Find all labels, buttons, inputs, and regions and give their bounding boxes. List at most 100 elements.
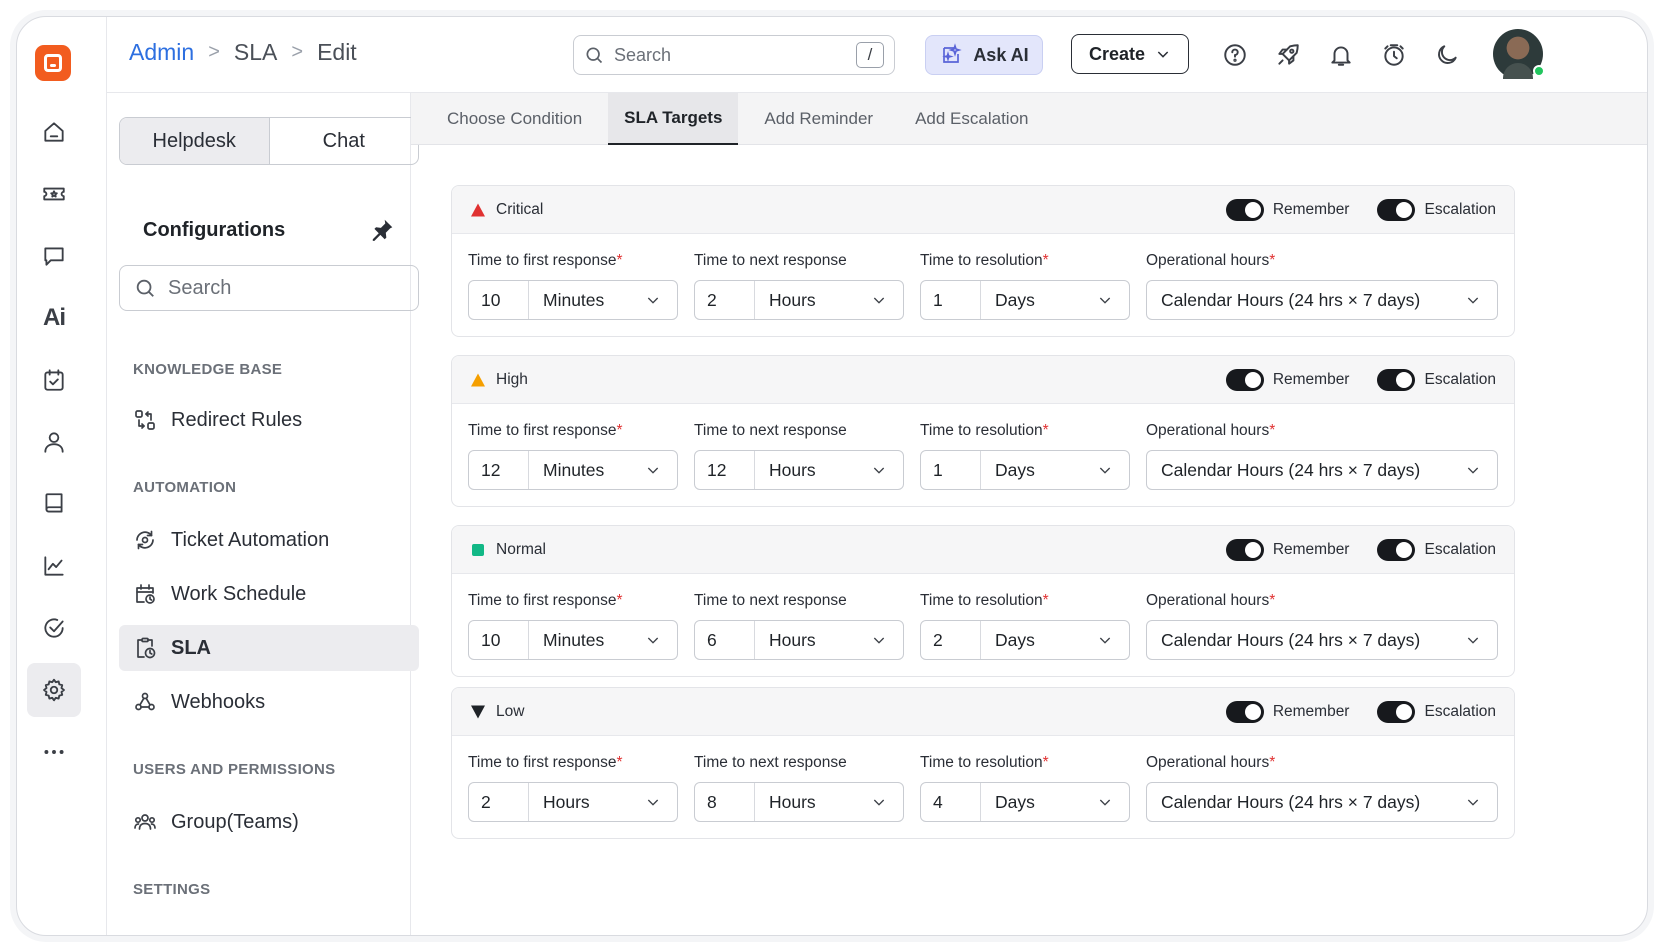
remember-toggle[interactable] bbox=[1225, 700, 1264, 723]
next-response-unit-select[interactable]: Hours bbox=[755, 460, 871, 481]
home-icon[interactable] bbox=[27, 105, 81, 159]
sidebar-search-input[interactable]: Search bbox=[119, 265, 419, 311]
escalation-toggle[interactable] bbox=[1377, 198, 1416, 221]
remember-toggle-group: Remember bbox=[1225, 368, 1349, 391]
chat-icon[interactable] bbox=[27, 229, 81, 283]
first-response-value-input[interactable]: 10 bbox=[469, 621, 529, 659]
ask-ai-button[interactable]: Ask AI bbox=[925, 35, 1043, 75]
tab-add-reminder[interactable]: Add Reminder bbox=[748, 93, 889, 145]
app-logo[interactable] bbox=[35, 45, 71, 81]
resolution-label: Time to resolution* bbox=[920, 252, 1049, 269]
first-response-unit-select[interactable]: Minutes bbox=[529, 290, 645, 311]
escalation-toggle[interactable] bbox=[1377, 368, 1416, 391]
rocket-icon[interactable] bbox=[1274, 41, 1302, 69]
first-response-value-input[interactable]: 12 bbox=[469, 451, 529, 489]
chevron-down-icon bbox=[647, 297, 659, 304]
resolution-value-input[interactable]: 1 bbox=[921, 281, 981, 319]
sidebar-item-group-teams[interactable]: Group(Teams) bbox=[119, 799, 419, 845]
operational-hours-value: Calendar Hours (24 hrs × 7 days) bbox=[1161, 791, 1421, 812]
priority-square-icon bbox=[470, 542, 486, 558]
escalation-toggle[interactable] bbox=[1377, 700, 1416, 723]
sidebar-item-sla[interactable]: SLA bbox=[119, 625, 419, 671]
sidebar-item-redirect-rules[interactable]: Redirect Rules bbox=[119, 397, 419, 443]
next-response-label: Time to next response bbox=[694, 592, 847, 609]
create-button[interactable]: Create bbox=[1071, 34, 1189, 74]
tab-helpdesk[interactable]: Helpdesk bbox=[120, 118, 270, 164]
pin-icon[interactable] bbox=[369, 217, 395, 243]
operational-hours-select[interactable]: Calendar Hours (24 hrs × 7 days) bbox=[1146, 280, 1498, 320]
user-icon[interactable] bbox=[27, 415, 81, 469]
tab-sla-targets[interactable]: SLA Targets bbox=[608, 93, 739, 145]
check-circle-icon[interactable] bbox=[27, 601, 81, 655]
next-response-value-input[interactable]: 2 bbox=[695, 281, 755, 319]
bell-icon[interactable] bbox=[1327, 41, 1355, 69]
sidebar-item-work-schedule[interactable]: Work Schedule bbox=[119, 571, 419, 617]
search-shortcut-key: / bbox=[856, 42, 884, 68]
resolution-unit-select[interactable]: Days bbox=[981, 630, 1097, 651]
global-search-input[interactable]: Search / bbox=[573, 35, 895, 75]
settings-gear-icon[interactable] bbox=[27, 663, 81, 717]
section-knowledge-base: KNOWLEDGE BASE bbox=[133, 361, 283, 378]
sidebar-item-ticket-automation[interactable]: Ticket Automation bbox=[119, 517, 419, 563]
operational-hours-select[interactable]: Calendar Hours (24 hrs × 7 days) bbox=[1146, 620, 1498, 660]
operational-hours-select[interactable]: Calendar Hours (24 hrs × 7 days) bbox=[1146, 450, 1498, 490]
breadcrumb-sla[interactable]: SLA bbox=[234, 39, 277, 66]
create-label: Create bbox=[1088, 43, 1146, 64]
tab-add-escalation[interactable]: Add Escalation bbox=[899, 93, 1044, 145]
remember-toggle[interactable] bbox=[1225, 368, 1264, 391]
remember-toggle[interactable] bbox=[1225, 198, 1264, 221]
operational-hours-select[interactable]: Calendar Hours (24 hrs × 7 days) bbox=[1146, 782, 1498, 822]
next-response-value-input[interactable]: 12 bbox=[695, 451, 755, 489]
resolution-unit-select[interactable]: Days bbox=[981, 460, 1097, 481]
ticket-icon[interactable] bbox=[27, 167, 81, 221]
next-response-unit-select[interactable]: Hours bbox=[755, 290, 871, 311]
chevron-right-icon: > bbox=[291, 41, 304, 63]
chevron-down-icon bbox=[873, 799, 885, 806]
sidebar-item-label: Work Schedule bbox=[171, 582, 307, 605]
escalation-toggle[interactable] bbox=[1377, 538, 1416, 561]
remember-toggle[interactable] bbox=[1225, 538, 1264, 561]
sidebar-item-webhooks[interactable]: Webhooks bbox=[119, 679, 419, 725]
operational-hours-label: Operational hours* bbox=[1146, 592, 1276, 609]
analytics-icon[interactable] bbox=[27, 539, 81, 593]
next-response-field: 8 Hours bbox=[694, 782, 904, 822]
operational-hours-value: Calendar Hours (24 hrs × 7 days) bbox=[1161, 629, 1421, 650]
resolution-field: 1 Days bbox=[920, 280, 1130, 320]
resolution-value-input[interactable]: 2 bbox=[921, 621, 981, 659]
timer-icon[interactable] bbox=[1380, 41, 1408, 69]
priority-fields: Time to first response* Time to next res… bbox=[452, 736, 1514, 838]
next-response-value-input[interactable]: 8 bbox=[695, 783, 755, 821]
first-response-value-input[interactable]: 10 bbox=[469, 281, 529, 319]
first-response-unit-select[interactable]: Minutes bbox=[529, 460, 645, 481]
resolution-value-input[interactable]: 4 bbox=[921, 783, 981, 821]
webhook-icon bbox=[135, 692, 155, 711]
more-icon[interactable] bbox=[27, 725, 81, 779]
resolution-value-input[interactable]: 1 bbox=[921, 451, 981, 489]
breadcrumb-admin[interactable]: Admin bbox=[129, 39, 194, 66]
help-icon[interactable] bbox=[1221, 41, 1249, 69]
priority-card-header: High Remember Escalation bbox=[452, 356, 1514, 404]
remember-toggle-group: Remember bbox=[1225, 700, 1349, 723]
resolution-unit-select[interactable]: Days bbox=[981, 792, 1097, 813]
calendar-check-icon[interactable] bbox=[27, 353, 81, 407]
first-response-unit-select[interactable]: Minutes bbox=[529, 630, 645, 651]
operational-hours-value: Calendar Hours (24 hrs × 7 days) bbox=[1161, 459, 1421, 480]
resolution-unit-select[interactable]: Days bbox=[981, 290, 1097, 311]
tab-choose-condition[interactable]: Choose Condition bbox=[431, 93, 598, 145]
resolution-label: Time to resolution* bbox=[920, 592, 1049, 609]
sidebar-item-label: Ticket Automation bbox=[171, 528, 330, 551]
first-response-value-input[interactable]: 2 bbox=[469, 783, 529, 821]
ai-icon[interactable]: Ai bbox=[27, 291, 81, 345]
book-icon[interactable] bbox=[27, 477, 81, 531]
next-response-unit-select[interactable]: Hours bbox=[755, 630, 871, 651]
moon-icon[interactable] bbox=[1433, 41, 1461, 69]
chevron-down-icon bbox=[1157, 51, 1169, 58]
icon-rail: Ai bbox=[17, 17, 107, 935]
chevron-down-icon bbox=[873, 297, 885, 304]
first-response-unit-select[interactable]: Hours bbox=[529, 792, 645, 813]
tab-chat[interactable]: Chat bbox=[270, 118, 419, 164]
next-response-unit-select[interactable]: Hours bbox=[755, 792, 871, 813]
user-avatar[interactable] bbox=[1493, 29, 1545, 79]
next-response-value-input[interactable]: 6 bbox=[695, 621, 755, 659]
next-response-field: 12 Hours bbox=[694, 450, 904, 490]
